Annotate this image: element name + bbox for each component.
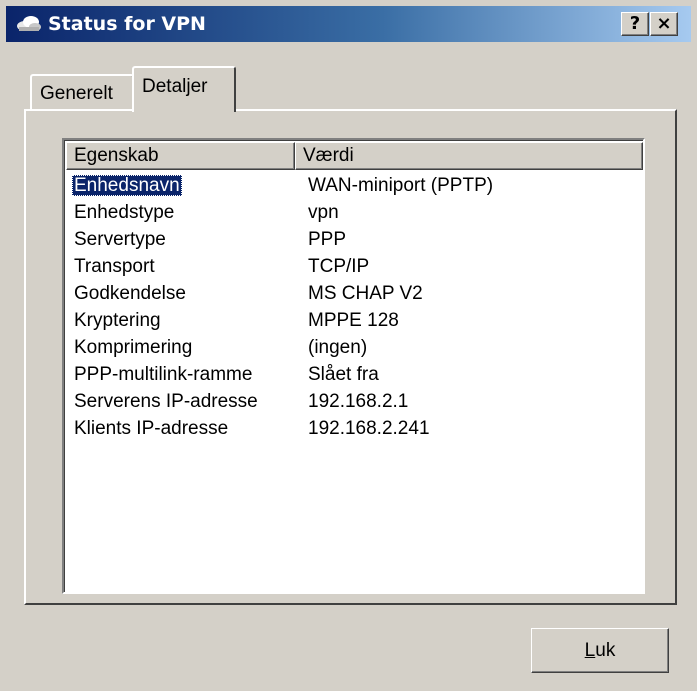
tab-generelt[interactable]: Generelt <box>30 74 134 110</box>
property-cell: Kryptering <box>74 307 161 334</box>
list-item[interactable]: PPP-multilink-ramme Slået fra <box>66 361 643 388</box>
list-item[interactable]: Klients IP-adresse 192.168.2.241 <box>66 415 643 442</box>
property-text: Kryptering <box>74 310 161 331</box>
list-item[interactable]: Enhedstype vpn <box>66 199 643 226</box>
value-cell: TCP/IP <box>308 256 370 277</box>
list-rows: Enhedsnavn WAN-miniport (PPTP) Enhedstype v… <box>66 172 643 442</box>
details-list[interactable]: Egenskab Værdi Enhedsnavn WAN-miniport (P… <box>62 138 645 594</box>
property-cell: Servertype <box>74 226 166 253</box>
list-item[interactable]: Kryptering MPPE 128 <box>66 307 643 334</box>
list-header: Egenskab Værdi <box>66 142 643 170</box>
tab-label: Detaljer <box>142 76 208 97</box>
network-cloud-icon <box>16 15 42 33</box>
property-text: Klients IP-adresse <box>74 418 229 439</box>
vpn-status-dialog: Status for VPN ? × Generelt Detaljer Ege… <box>0 0 697 691</box>
property-text: Godkendelse <box>74 283 186 304</box>
close-window-button[interactable]: × <box>650 12 678 36</box>
list-item[interactable]: Enhedsnavn WAN-miniport (PPTP) <box>66 172 643 199</box>
close-button[interactable]: Luk <box>531 628 669 673</box>
value-cell: vpn <box>308 202 339 223</box>
list-item[interactable]: Komprimering (ingen) <box>66 334 643 361</box>
value-cell: 192.168.2.241 <box>308 418 430 439</box>
property-cell: Komprimering <box>74 334 192 361</box>
property-cell: Klients IP-adresse <box>74 415 228 442</box>
value-cell: MS CHAP V2 <box>308 283 423 304</box>
tab-label: Generelt <box>40 83 113 104</box>
value-cell: Slået fra <box>308 364 379 385</box>
property-text: PPP-multilink-ramme <box>74 364 253 385</box>
list-item[interactable]: Serverens IP-adresse 192.168.2.1 <box>66 388 643 415</box>
property-cell: Transport <box>74 253 155 280</box>
property-cell: Enhedstype <box>74 199 174 226</box>
property-cell: PPP-multilink-ramme <box>74 361 252 388</box>
help-button[interactable]: ? <box>621 12 649 36</box>
value-cell: MPPE 128 <box>308 310 399 331</box>
list-item[interactable]: Godkendelse MS CHAP V2 <box>66 280 643 307</box>
close-button-access-key: L <box>584 640 596 661</box>
property-cell: Serverens IP-adresse <box>74 388 258 415</box>
property-text: Transport <box>74 256 155 277</box>
column-header-value[interactable]: Værdi <box>295 142 643 170</box>
title-bar[interactable]: Status for VPN ? × <box>6 6 691 42</box>
property-text: Enhedsnavn <box>72 175 182 196</box>
property-cell: Enhedsnavn <box>72 172 182 199</box>
value-cell: PPP <box>308 229 347 250</box>
value-cell: WAN-miniport (PPTP) <box>308 175 494 196</box>
tab-detaljer[interactable]: Detaljer <box>132 66 236 112</box>
list-item[interactable]: Servertype PPP <box>66 226 643 253</box>
value-cell: 192.168.2.1 <box>308 391 409 412</box>
list-item[interactable]: Transport TCP/IP <box>66 253 643 280</box>
close-button-label: uk <box>595 640 616 661</box>
value-cell: (ingen) <box>308 337 368 358</box>
window-title: Status for VPN <box>48 13 206 35</box>
property-text: Servertype <box>74 229 166 250</box>
property-cell: Godkendelse <box>74 280 186 307</box>
property-text: Komprimering <box>74 337 193 358</box>
property-text: Serverens IP-adresse <box>74 391 258 412</box>
property-text: Enhedstype <box>74 202 175 223</box>
column-header-property[interactable]: Egenskab <box>66 142 295 170</box>
